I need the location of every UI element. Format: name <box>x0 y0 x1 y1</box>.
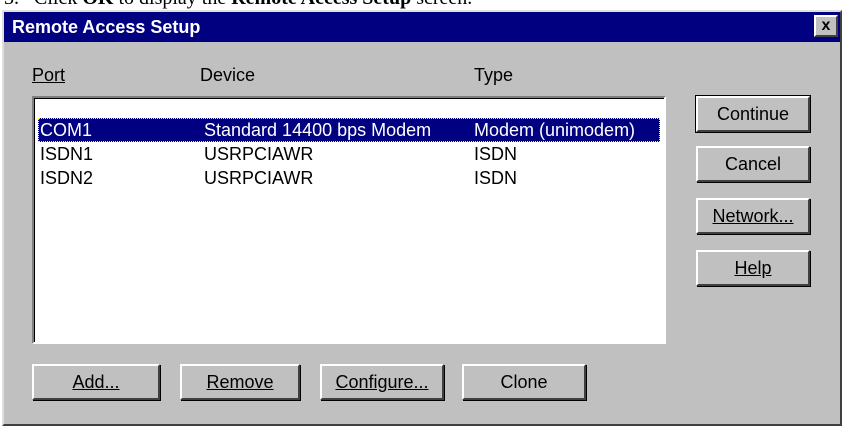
network-button-label: Network... <box>712 206 794 226</box>
continue-button[interactable]: Continue <box>695 95 811 133</box>
help-button-label: Help <box>734 258 772 278</box>
list-item-isdn2[interactable]: ISDN2 USRPCIAWR ISDN <box>38 166 660 190</box>
caption-target: Remote Access Setup <box>231 0 411 9</box>
caption-ok: OK <box>82 0 113 9</box>
help-button[interactable]: Help <box>696 250 810 286</box>
port-cell: ISDN1 <box>40 144 94 164</box>
column-header-port: Port <box>32 64 65 86</box>
device-cell: USRPCIAWR <box>204 144 314 164</box>
step-number: 3. <box>4 0 19 9</box>
port-header-label: Port <box>32 65 66 85</box>
title-bar[interactable]: Remote Access Setup x <box>4 12 840 42</box>
close-button[interactable]: x <box>814 15 838 37</box>
type-cell: Modem (unimodem) <box>474 120 636 140</box>
list-item-com1[interactable]: COM1 Standard 14400 bps Modem Modem (uni… <box>38 118 660 142</box>
type-cell: ISDN <box>474 144 518 164</box>
window-title: Remote Access Setup <box>12 17 201 37</box>
column-header-type: Type <box>474 65 514 85</box>
remove-button[interactable]: Remove <box>180 364 300 400</box>
device-cell: USRPCIAWR <box>204 168 314 188</box>
instruction-caption: 3. Click OK to display the Remote Access… <box>0 0 843 8</box>
list-item-isdn1[interactable]: ISDN1 USRPCIAWR ISDN <box>38 142 660 166</box>
type-cell: ISDN <box>474 168 518 188</box>
device-cell: Standard 14400 bps Modem <box>204 120 432 140</box>
caption-suffix: screen. <box>411 0 472 9</box>
caption-prefix: Click <box>34 0 82 9</box>
configure-button-label: Configure... <box>335 372 429 392</box>
caption-middle: to display the <box>113 0 231 9</box>
port-cell: COM1 <box>40 120 93 140</box>
port-cell: ISDN2 <box>40 168 94 188</box>
remote-access-setup-dialog: Remote Access Setup x Port Device Type C… <box>2 10 842 426</box>
configure-button[interactable]: Configure... <box>320 364 444 400</box>
clone-button[interactable]: Clone <box>462 364 586 400</box>
remove-button-label: Remove <box>206 372 274 392</box>
column-header-device: Device <box>200 65 256 85</box>
add-button[interactable]: Add... <box>32 364 160 400</box>
cancel-button[interactable]: Cancel <box>696 146 810 182</box>
port-list[interactable]: COM1 Standard 14400 bps Modem Modem (uni… <box>32 96 666 344</box>
close-icon: x <box>821 17 831 34</box>
network-button[interactable]: Network... <box>696 198 810 234</box>
add-button-label: Add... <box>72 372 120 392</box>
